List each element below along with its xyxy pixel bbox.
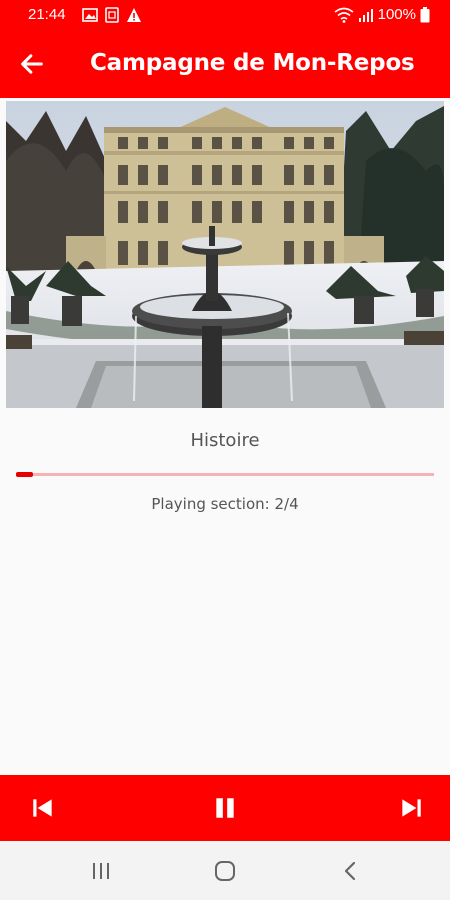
image-icon — [82, 8, 98, 22]
status-bar: 21:44 100% — [0, 0, 450, 30]
page-title: Campagne de Mon-Repos — [90, 50, 415, 76]
progress-track — [16, 473, 434, 476]
status-right: 100% — [334, 6, 430, 23]
battery-icon — [420, 6, 430, 22]
warning-icon — [127, 8, 141, 22]
location-photo — [6, 101, 444, 408]
notification-icons — [82, 7, 142, 23]
villa-fountain-image — [6, 101, 444, 408]
signal-icon — [358, 8, 373, 22]
recent-apps-icon[interactable] — [88, 859, 114, 883]
app-toolbar: Campagne de Mon-Repos — [0, 30, 450, 98]
wifi-icon — [334, 7, 354, 23]
playing-section-label: Playing section: 2/4 — [151, 495, 299, 513]
back-icon[interactable] — [338, 859, 364, 883]
player-controls — [0, 775, 450, 841]
system-nav-bar — [0, 841, 450, 900]
arrow-left-icon[interactable] — [18, 50, 46, 78]
audio-progress-bar[interactable] — [16, 472, 434, 478]
pause-icon[interactable] — [212, 795, 238, 821]
skip-next-icon[interactable] — [398, 795, 424, 821]
home-icon[interactable] — [212, 859, 238, 883]
progress-fill — [16, 472, 33, 477]
skip-previous-icon[interactable] — [30, 795, 56, 821]
battery-percent: 100% — [377, 6, 416, 23]
status-time: 21:44 — [28, 6, 66, 23]
section-title: Histoire — [190, 430, 260, 451]
screenshot-icon — [105, 7, 119, 23]
